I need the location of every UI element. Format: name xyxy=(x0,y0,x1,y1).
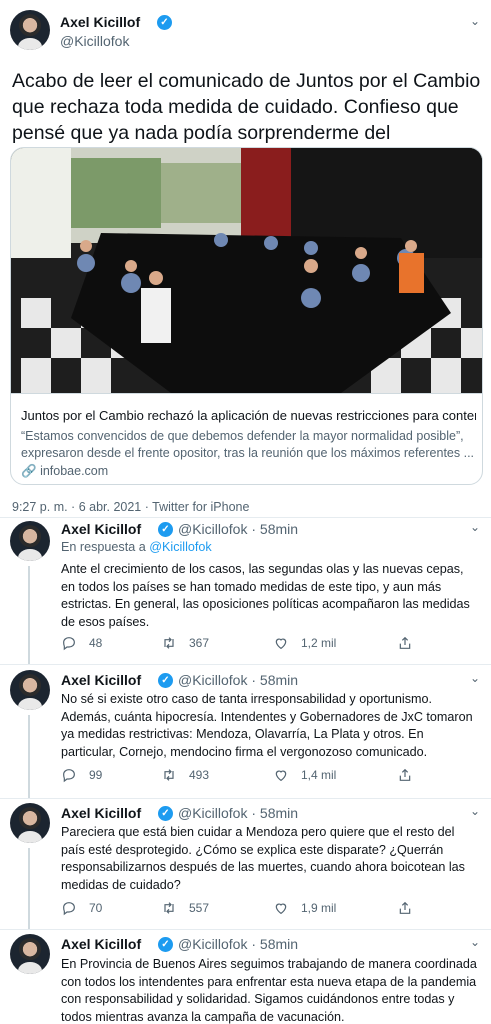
reply-time[interactable]: 58min xyxy=(260,805,298,821)
reply-text: No sé si existe otro caso de tanta irres… xyxy=(61,692,473,759)
retweet-button[interactable]: 367 xyxy=(161,635,209,651)
chevron-down-icon[interactable]: ⌄ xyxy=(470,520,480,534)
avatar[interactable] xyxy=(10,934,50,974)
in-reply-label: En respuesta a xyxy=(61,540,146,554)
avatar[interactable] xyxy=(10,10,50,50)
in-reply-to: En respuesta a @Kicillofok xyxy=(61,540,212,554)
card-domain: 🔗 infobae.com xyxy=(21,464,108,479)
chevron-down-icon[interactable]: ⌄ xyxy=(470,804,480,818)
reply-meta: @Kicillofok · 58min xyxy=(178,805,298,821)
tweet-meta: 9:27 p. m. · 6 abr. 2021 · Twitter for i… xyxy=(12,500,249,514)
verified-badge-icon: ✓ xyxy=(157,15,172,30)
reply-text: Ante el crecimiento de los casos, las se… xyxy=(61,562,470,629)
share-icon xyxy=(399,768,411,781)
retweet-button[interactable]: 493 xyxy=(161,767,209,783)
reply-button[interactable]: 48 xyxy=(61,635,102,651)
heart-icon xyxy=(275,770,287,782)
share-button[interactable] xyxy=(397,767,425,783)
action-bar: 99 493 1,4 mil xyxy=(61,767,461,787)
reply-button[interactable]: 70 xyxy=(61,900,102,916)
chevron-down-icon[interactable]: ⌄ xyxy=(470,14,480,28)
reply-button[interactable]: 99 xyxy=(61,767,102,783)
author-handle[interactable]: @Kicillofok xyxy=(178,672,247,688)
like-count: 1,2 mil xyxy=(301,636,337,650)
retweet-count: 367 xyxy=(189,636,210,650)
avatar[interactable] xyxy=(10,521,50,561)
link-card[interactable]: Juntos por el Cambio rechazó la aplicaci… xyxy=(10,147,483,485)
reply-count: 70 xyxy=(89,901,103,915)
reply-text: Pareciera que está bien cuidar a Mendoza… xyxy=(61,825,465,892)
retweet-icon xyxy=(164,769,174,781)
verified-badge-icon: ✓ xyxy=(158,806,173,821)
author-handle[interactable]: @Kicillofok xyxy=(178,936,247,952)
reply-time[interactable]: 58min xyxy=(260,672,298,688)
heart-icon xyxy=(275,903,287,915)
reply-meta: @Kicillofok · 58min xyxy=(178,521,298,537)
reply-time[interactable]: 58min xyxy=(260,521,298,537)
avatar[interactable] xyxy=(10,803,50,843)
share-button[interactable] xyxy=(397,900,425,916)
action-bar: 48 367 1,2 mil xyxy=(61,635,461,655)
share-button[interactable] xyxy=(397,635,425,651)
card-info: Juntos por el Cambio rechazó la aplicaci… xyxy=(11,393,482,484)
reply-count: 48 xyxy=(89,636,103,650)
tweet-source[interactable]: Twitter for iPhone xyxy=(152,500,249,514)
author-handle[interactable]: @Kicillofok xyxy=(178,805,247,821)
retweet-count: 557 xyxy=(189,901,210,915)
reply-tweet[interactable]: Axel Kicillof ✓ @Kicillofok · 58min ⌄ No… xyxy=(0,665,491,798)
main-tweet: Axel Kicillof ✓ @Kicillofok ⌄ Acabo de l… xyxy=(0,0,491,528)
verified-badge-icon: ✓ xyxy=(158,522,173,537)
like-count: 1,4 mil xyxy=(301,768,337,782)
meta-separator: · xyxy=(251,521,260,537)
reply-tweet[interactable]: Axel Kicillof ✓ @Kicillofok · 58min ⌄ En… xyxy=(0,930,491,1024)
reply-icon xyxy=(63,769,75,783)
thread-line xyxy=(28,566,30,664)
meta-separator: · xyxy=(251,805,260,821)
chevron-down-icon[interactable]: ⌄ xyxy=(470,671,480,685)
tweet-timestamp[interactable]: 9:27 p. m. · 6 abr. 2021 xyxy=(12,500,141,514)
reply-count: 99 xyxy=(89,768,103,782)
verified-badge-icon: ✓ xyxy=(158,673,173,688)
retweet-button[interactable]: 557 xyxy=(161,900,209,916)
meta-separator: · xyxy=(251,672,260,688)
author-handle[interactable]: @Kicillofok xyxy=(178,521,247,537)
reply-tweet[interactable]: Axel Kicillof ✓ @Kicillofok · 58min ⌄ Pa… xyxy=(0,799,491,929)
author-handle[interactable]: @Kicillofok xyxy=(60,33,129,49)
reply-tweet[interactable]: Axel Kicillof ✓ @Kicillofok · 58min ⌄ En… xyxy=(0,518,491,664)
author-name[interactable]: Axel Kicillof xyxy=(60,14,140,30)
reply-icon xyxy=(63,902,75,916)
share-icon xyxy=(399,636,411,649)
reply-icon xyxy=(63,637,75,651)
card-description: “Estamos convencidos de que debemos defe… xyxy=(21,429,475,460)
like-button[interactable]: 1,9 mil xyxy=(273,900,336,916)
like-count: 1,9 mil xyxy=(301,901,337,915)
like-button[interactable]: 1,2 mil xyxy=(273,635,336,651)
thread-line xyxy=(28,848,30,929)
like-button[interactable]: 1,4 mil xyxy=(273,767,336,783)
reply-meta: @Kicillofok · 58min xyxy=(178,672,298,688)
verified-badge-icon: ✓ xyxy=(158,937,173,952)
reply-time[interactable]: 58min xyxy=(260,936,298,952)
retweet-icon xyxy=(164,902,174,914)
thread-line xyxy=(28,715,30,798)
action-bar: 70 557 1,9 mil xyxy=(61,900,461,920)
heart-icon xyxy=(275,638,287,650)
in-reply-handle[interactable]: @Kicillofok xyxy=(149,540,211,554)
reply-meta: @Kicillofok · 58min xyxy=(178,936,298,952)
card-image xyxy=(11,148,482,393)
avatar[interactable] xyxy=(10,670,50,710)
author-name[interactable]: Axel Kicillof xyxy=(61,521,141,537)
author-name[interactable]: Axel Kicillof xyxy=(61,672,141,688)
card-domain-text: infobae.com xyxy=(40,464,109,478)
card-title: Juntos por el Cambio rechazó la aplicaci… xyxy=(21,408,476,423)
author-name[interactable]: Axel Kicillof xyxy=(61,805,141,821)
author-name[interactable]: Axel Kicillof xyxy=(61,936,141,952)
chevron-down-icon[interactable]: ⌄ xyxy=(470,935,480,949)
share-icon xyxy=(399,901,411,914)
retweet-icon xyxy=(164,637,174,649)
retweet-count: 493 xyxy=(189,768,210,782)
reply-text: En Provincia de Buenos Aires seguimos tr… xyxy=(61,957,477,1024)
link-icon: 🔗 xyxy=(21,464,37,478)
meta-separator: · xyxy=(251,936,260,952)
